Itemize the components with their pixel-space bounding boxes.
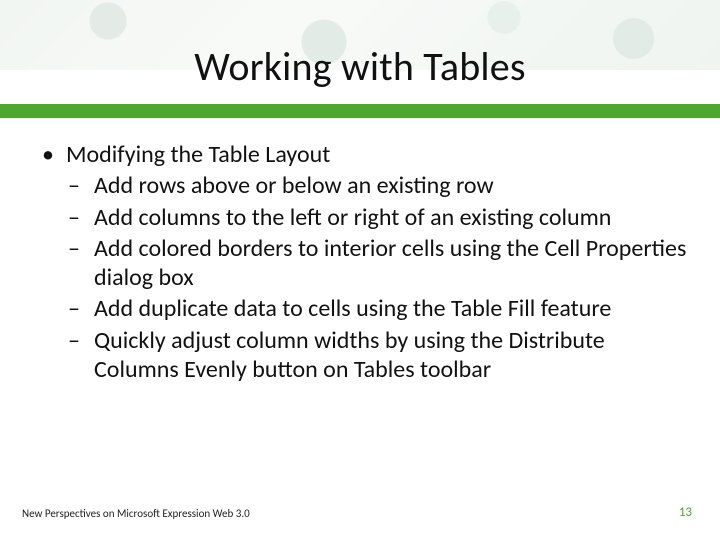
accent-divider — [0, 104, 720, 118]
sub-bullet-text: Add duplicate data to cells using the Ta… — [94, 294, 611, 323]
footer-left-text: New Perspectives on Microsoft Expression… — [22, 507, 250, 520]
sub-bullet-text: Add colored borders to interior cells us… — [94, 234, 686, 292]
slide-number: 13 — [679, 505, 692, 520]
bullet-list-level1: Modifying the Table Layout Add rows abov… — [38, 140, 690, 384]
slide-title: Working with Tables — [0, 42, 720, 91]
sub-bullet: Add colored borders to interior cells us… — [66, 234, 690, 293]
sub-bullet-text: Add rows above or below an existing row — [94, 171, 494, 200]
sub-bullet: Add duplicate data to cells using the Ta… — [66, 294, 690, 323]
sub-bullet: Add rows above or below an existing row — [66, 171, 690, 200]
slide: Working with Tables Modifying the Table … — [0, 0, 720, 540]
bullet-main-text: Modifying the Table Layout — [66, 140, 330, 169]
bullet-main: Modifying the Table Layout Add rows abov… — [38, 140, 690, 384]
sub-bullet-text: Quickly adjust column widths by using th… — [94, 326, 605, 384]
bullet-list-level2: Add rows above or below an existing row … — [66, 171, 690, 384]
sub-bullet: Quickly adjust column widths by using th… — [66, 326, 690, 385]
sub-bullet: Add columns to the left or right of an e… — [66, 203, 690, 232]
content-area: Modifying the Table Layout Add rows abov… — [38, 140, 690, 386]
sub-bullet-text: Add columns to the left or right of an e… — [94, 203, 611, 232]
